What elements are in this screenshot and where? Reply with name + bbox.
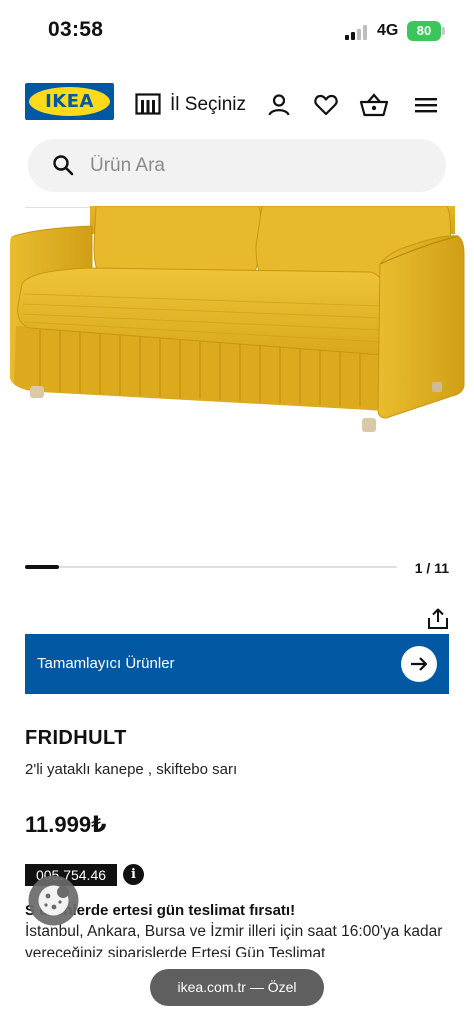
search-bar[interactable] <box>28 139 446 192</box>
arrow-right-button[interactable] <box>401 646 437 682</box>
gallery-progress[interactable] <box>25 565 397 569</box>
sofa-image <box>10 206 465 432</box>
gallery-pager: 1 / 11 <box>414 560 449 576</box>
banner-label: Tamamlayıcı Ürünler <box>37 655 175 672</box>
product-name: FRIDHULT <box>25 727 127 749</box>
site-header: IKEA İl Seçiniz <box>0 78 474 126</box>
signal-icon <box>345 24 371 40</box>
clock: 03:58 <box>48 18 104 41</box>
logo-text: IKEA <box>45 91 94 112</box>
browser-url-bar[interactable]: ikea.com.tr — Özel <box>150 969 324 1006</box>
ikea-logo[interactable]: IKEA <box>25 83 114 120</box>
network-type: 4G <box>377 22 399 39</box>
battery-icon: 80 <box>407 21 445 41</box>
product-price: 11.999₺ <box>25 812 107 837</box>
user-icon[interactable] <box>266 92 292 118</box>
gallery-progress-fill <box>25 565 59 569</box>
share-icon[interactable] <box>426 608 450 630</box>
basket-icon[interactable] <box>359 92 389 118</box>
product-description: 2'li yataklı kanepe , skiftebo sarı <box>25 761 238 778</box>
search-input[interactable] <box>90 139 420 192</box>
menu-icon[interactable] <box>413 92 439 118</box>
delivery-text: İstanbul, Ankara, Bursa ve İzmir illeri … <box>25 923 443 957</box>
status-bar: 03:58 4G 80 <box>0 0 474 62</box>
search-icon <box>53 155 74 176</box>
store-select-link[interactable]: İl Seçiniz <box>170 94 246 116</box>
arrow-right-icon <box>411 657 428 671</box>
store-icon[interactable] <box>135 93 161 115</box>
info-icon[interactable]: i <box>123 864 144 885</box>
cookie-icon[interactable] <box>27 874 80 927</box>
heart-icon[interactable] <box>313 92 339 118</box>
battery-level: 80 <box>416 23 432 38</box>
complementary-products-banner[interactable]: Tamamlayıcı Ürünler <box>25 634 449 694</box>
product-image[interactable] <box>0 206 474 450</box>
